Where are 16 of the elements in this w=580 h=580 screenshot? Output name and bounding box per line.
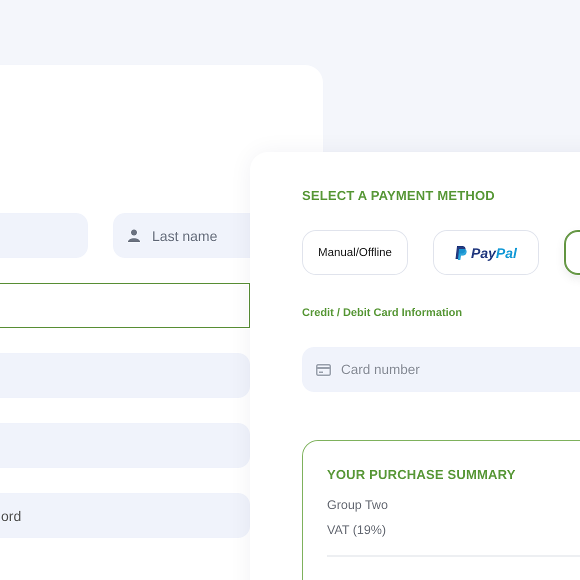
paypal-wordmark: PayPal (470, 244, 517, 260)
manual-offline-button[interactable]: Manual/Offline (302, 230, 408, 275)
paypal-logo-icon (454, 246, 467, 260)
last-name-placeholder: Last name (152, 228, 218, 244)
card-section-label: Credit / Debit Card Information (302, 307, 464, 319)
paypal-button[interactable]: PayPal (432, 230, 539, 275)
summary-line: Group Two (327, 498, 389, 512)
input-field[interactable] (0, 283, 250, 328)
input-field[interactable]: ord (0, 493, 250, 538)
summary-title: YOUR PURCHASE SUMMARY (327, 467, 517, 482)
person-icon (128, 229, 140, 242)
credit-card-icon (316, 364, 331, 376)
payment-method-title: SELECT A PAYMENT METHOD (302, 188, 496, 203)
last-name-field[interactable]: Last name (113, 213, 250, 258)
card-number-placeholder: Card number (341, 362, 420, 377)
summary-line: VAT (19%) (327, 523, 388, 537)
